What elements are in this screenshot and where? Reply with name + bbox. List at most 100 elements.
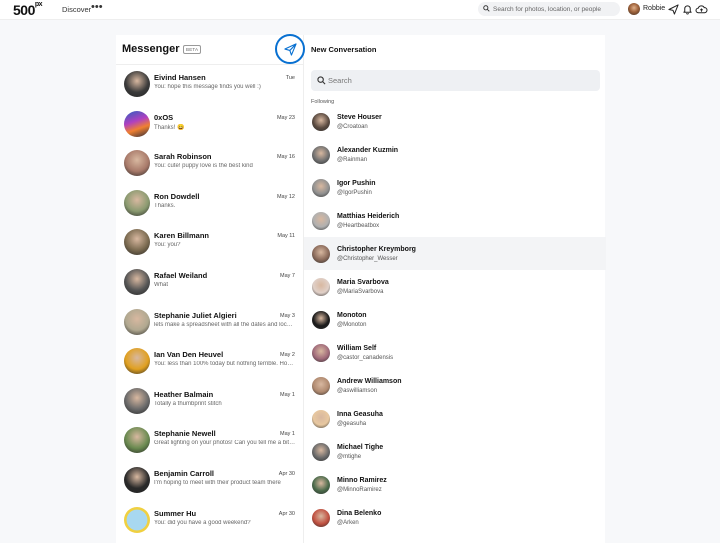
conversation-item[interactable]: Ron Dowdell May 12 Thanks. — [116, 184, 303, 223]
following-item[interactable]: Minno Ramirez @MinnoRamirez — [304, 468, 606, 501]
conversation-item[interactable]: Sarah Robinson May 16 You: cute! puppy lov… — [116, 144, 303, 183]
messenger-panel: Messenger BETA Eivind Hansen Tue You: hope… — [116, 35, 303, 543]
global-search-input[interactable] — [493, 3, 615, 15]
following-name: Andrew Williamson — [337, 378, 402, 385]
avatar — [312, 509, 330, 527]
following-item[interactable]: Alexander Kuzmin @Rainman — [304, 138, 606, 171]
conversation-item[interactable]: Summer Hu Apr 30 You: did you have a good … — [116, 501, 303, 540]
following-item[interactable]: Maria Svarbova @MariaSvarbova — [304, 270, 606, 303]
conversation-item[interactable]: Ian Van Den Heuvel May 2 You: less than 10… — [116, 342, 303, 381]
conversation-preview: I'm hoping to meet with their product te… — [154, 480, 281, 486]
conversation-name: Sarah Robinson — [154, 152, 212, 162]
conversation-item[interactable]: Karen Billmann May 11 You: you? — [116, 223, 303, 262]
conversation-date: Apr 30 — [278, 471, 295, 477]
conversation-date: Apr 30 — [278, 510, 295, 517]
avatar — [124, 467, 150, 493]
conversation-item[interactable]: 0xOS May 23 Thanks! 😄 — [116, 105, 303, 144]
conversation-date: May 11 — [277, 233, 295, 240]
following-handle: @Heartbeatbox — [337, 223, 380, 229]
following-item[interactable]: Monoton @Monoton — [304, 303, 606, 336]
more-menu-icon[interactable]: ••• — [91, 1, 103, 13]
following-name: Inna Geasuha — [337, 411, 383, 418]
500px-logo[interactable]: 500px — [13, 1, 43, 18]
avatar — [312, 146, 330, 164]
nav-discover-link[interactable]: Discover — [62, 5, 91, 14]
avatar — [312, 344, 330, 362]
conversation-item[interactable]: Stephanie Juliet Algieri May 3 lets make a… — [116, 303, 303, 342]
avatar — [312, 278, 330, 296]
top-navigation-bar: 500px Discover ••• Robbie — [0, 0, 720, 20]
conversation-preview: You: less than 100% today but nothing te… — [154, 361, 296, 368]
conversation-preview: Thanks. — [154, 202, 176, 209]
following-handle: @IgorPushin — [337, 190, 372, 196]
avatar — [124, 229, 150, 256]
following-handle: @Rainman — [337, 157, 368, 163]
search-icon — [317, 76, 326, 85]
avatar — [312, 113, 330, 131]
following-item[interactable]: Christopher Kreymborg @Christopher_Wesser — [304, 237, 606, 270]
avatar — [124, 150, 150, 177]
avatar — [124, 506, 150, 533]
avatar — [124, 427, 150, 454]
conversation-preview: You: you? — [154, 242, 181, 249]
conversation-date: May 3 — [280, 312, 295, 319]
following-name: Minno Ramirez — [337, 477, 387, 484]
new-conversation-header: New Conversation — [304, 35, 606, 65]
conversation-preview: Great lighting on your photos! Can you t… — [154, 440, 296, 447]
user-avatar[interactable] — [628, 3, 640, 15]
conversation-preview: lets make a spreadsheet with all the dat… — [154, 321, 296, 328]
following-handle: @Monoton — [337, 322, 367, 328]
conversation-name: Stephanie Newell — [154, 429, 216, 439]
following-name: Monoton — [337, 312, 367, 319]
upload-cloud-icon[interactable] — [695, 4, 708, 15]
following-handle: @Croatoan — [337, 124, 368, 130]
avatar — [124, 189, 150, 216]
following-handle: @aswilliamson — [337, 388, 378, 394]
following-name: Maria Svarbova — [337, 279, 389, 286]
global-search[interactable] — [478, 2, 620, 16]
conversation-preview: Totally a thumbprint stitch — [154, 400, 222, 407]
following-name: Steve Houser — [337, 114, 382, 121]
conversation-name: Ian Van Den Heuvel — [154, 350, 224, 360]
new-conversation-button[interactable] — [275, 34, 305, 64]
following-item[interactable]: Michael Tighe @mtighe — [304, 435, 606, 468]
following-item[interactable]: Matthias Heiderich @Heartbeatbox — [304, 204, 606, 237]
following-item[interactable]: Igor Pushin @IgorPushin — [304, 171, 606, 204]
bell-icon[interactable] — [682, 4, 693, 15]
following-item[interactable]: William Self @castor_canadensis — [304, 336, 606, 369]
conversation-item[interactable]: Eivind Hansen Tue You: hope this message f… — [116, 65, 303, 104]
avatar — [312, 410, 330, 428]
user-name[interactable]: Robbie — [643, 5, 665, 12]
avatar — [312, 245, 330, 263]
avatar — [312, 212, 330, 230]
recipient-search-input[interactable] — [328, 73, 593, 88]
new-conversation-title: New Conversation — [311, 45, 377, 54]
conversation-name: Benjamin Carroll — [154, 469, 215, 478]
paper-plane-icon — [284, 43, 297, 56]
conversation-item[interactable]: Benjamin Carroll Apr 30 I'm hoping to meet… — [116, 461, 303, 500]
send-icon[interactable] — [668, 4, 679, 15]
following-handle: @Christopher_Wesser — [337, 256, 398, 262]
following-item[interactable]: Dina Belenko @Arken — [304, 501, 606, 534]
avatar — [124, 269, 150, 295]
conversation-date: May 16 — [276, 154, 295, 161]
following-handle: @MariaSvarbova — [337, 289, 384, 295]
following-item[interactable]: Inna Geasuha @geasuha — [304, 402, 606, 435]
conversation-item[interactable]: Heather Balmain May 1 Totally a thumbprint… — [116, 382, 303, 421]
conversation-preview: You: cute! puppy love is the best kind — [154, 163, 253, 170]
recipient-search[interactable] — [311, 70, 600, 91]
following-item[interactable]: Andrew Williamson @aswilliamson — [304, 369, 606, 402]
conversation-date: May 1 — [280, 431, 295, 438]
avatar — [312, 443, 330, 461]
conversation-item[interactable]: Stephanie Newell May 1 Great lighting on y… — [116, 421, 303, 460]
following-name: Michael Tighe — [337, 444, 384, 451]
beta-badge: BETA — [183, 45, 202, 54]
following-item[interactable]: Steve Houser @Croatoan — [304, 105, 606, 138]
conversation-name: Heather Balmain — [154, 389, 214, 399]
following-name: Dina Belenko — [337, 510, 382, 517]
following-handle: @geasuha — [337, 421, 367, 427]
following-name: Christopher Kreymborg — [337, 246, 416, 253]
conversation-item[interactable]: Rafael Weiland May 7 What — [116, 263, 303, 302]
following-name: William Self — [337, 345, 377, 352]
avatar — [124, 308, 150, 335]
